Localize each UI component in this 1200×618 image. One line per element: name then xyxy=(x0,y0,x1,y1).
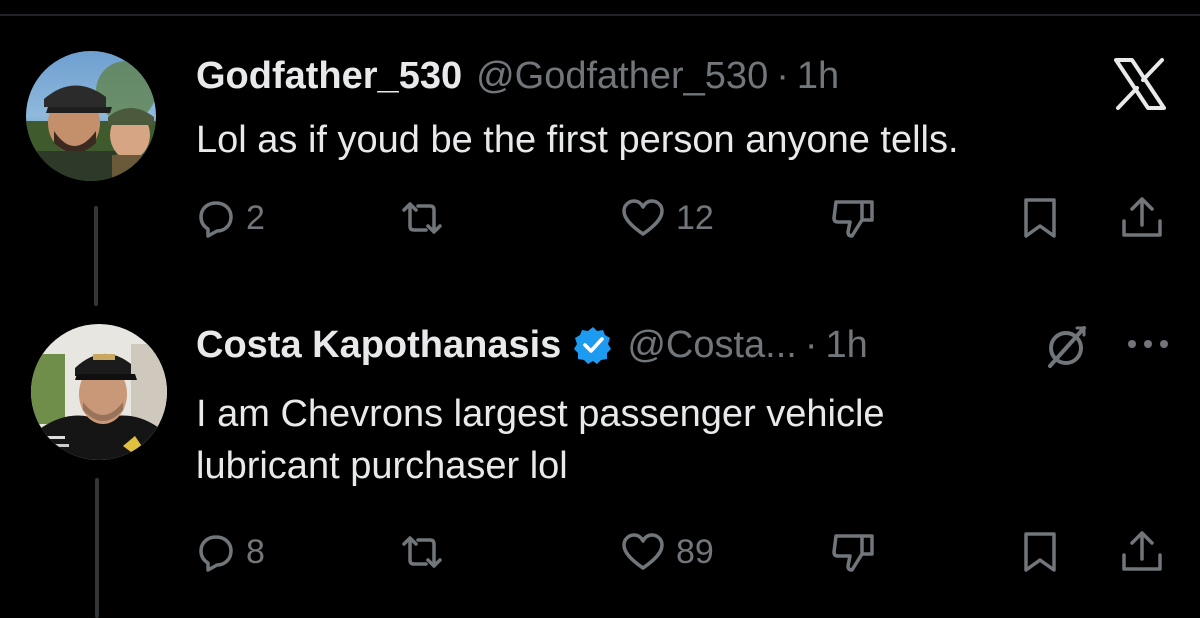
bookmark-icon xyxy=(1024,532,1056,572)
like-count: 89 xyxy=(676,532,714,571)
separator: · xyxy=(776,55,789,97)
reply-button[interactable]: 8 xyxy=(196,522,265,582)
tweet-text-line: lubricant purchaser lol xyxy=(196,445,568,487)
dislike-button[interactable] xyxy=(830,522,876,582)
repost-icon xyxy=(402,536,442,568)
bookmark-button[interactable] xyxy=(1020,522,1060,582)
avatar[interactable] xyxy=(26,51,156,181)
timestamp[interactable]: 1h xyxy=(825,323,867,367)
bookmark-button[interactable] xyxy=(1020,188,1060,248)
action-bar: 2 12 xyxy=(0,188,1200,248)
grok-icon[interactable] xyxy=(1044,324,1090,370)
tweet[interactable]: Godfather_530 @Godfather_530 · 1h Lol as… xyxy=(0,16,1200,306)
timestamp[interactable]: 1h xyxy=(797,54,839,98)
like-count: 12 xyxy=(676,198,714,237)
reply-count: 2 xyxy=(246,198,265,237)
tweet-text-line: Lol as if youd be the first person anyon… xyxy=(196,119,959,161)
heart-icon xyxy=(622,533,664,570)
bookmark-icon xyxy=(1024,198,1056,238)
like-button[interactable]: 12 xyxy=(620,188,714,248)
more-icon[interactable] xyxy=(1124,334,1172,354)
reply-icon xyxy=(199,201,233,238)
avatar[interactable] xyxy=(31,324,167,460)
share-button[interactable] xyxy=(1118,522,1166,582)
reply-icon xyxy=(199,535,233,572)
repost-button[interactable] xyxy=(400,522,444,582)
x-logo-icon[interactable] xyxy=(1112,56,1168,112)
tweet-header: Godfather_530 @Godfather_530 · 1h xyxy=(196,54,839,98)
tweet[interactable]: Costa Kapothanasis @Costa... · 1h I am C… xyxy=(0,294,1200,618)
share-button[interactable] xyxy=(1118,188,1166,248)
reply-button[interactable]: 2 xyxy=(196,188,265,248)
thumbs-down-icon xyxy=(832,200,874,238)
thumbs-down-icon xyxy=(832,534,874,572)
tweet-header: Costa Kapothanasis @Costa... · 1h xyxy=(196,323,868,367)
heart-icon xyxy=(622,199,664,236)
repost-button[interactable] xyxy=(400,188,444,248)
like-button[interactable]: 89 xyxy=(620,522,714,582)
repost-icon xyxy=(402,202,442,234)
share-icon xyxy=(1122,197,1162,237)
display-name[interactable]: Godfather_530 xyxy=(196,54,462,98)
reply-count: 8 xyxy=(246,532,265,571)
tweet-text: Lol as if youd be the first person anyon… xyxy=(196,114,959,166)
verified-badge-icon[interactable] xyxy=(573,325,613,365)
tweet-text-line: I am Chevrons largest passenger vehicle xyxy=(196,393,885,435)
display-name[interactable]: Costa Kapothanasis xyxy=(196,323,561,367)
separator: · xyxy=(804,324,818,366)
tweet-text: I am Chevrons largest passenger vehicle … xyxy=(196,388,885,492)
dislike-button[interactable] xyxy=(830,188,876,248)
handle[interactable]: @Godfather_530 xyxy=(476,54,768,98)
share-icon xyxy=(1122,531,1162,571)
action-bar: 8 89 xyxy=(0,522,1200,582)
handle[interactable]: @Costa... xyxy=(627,323,797,367)
